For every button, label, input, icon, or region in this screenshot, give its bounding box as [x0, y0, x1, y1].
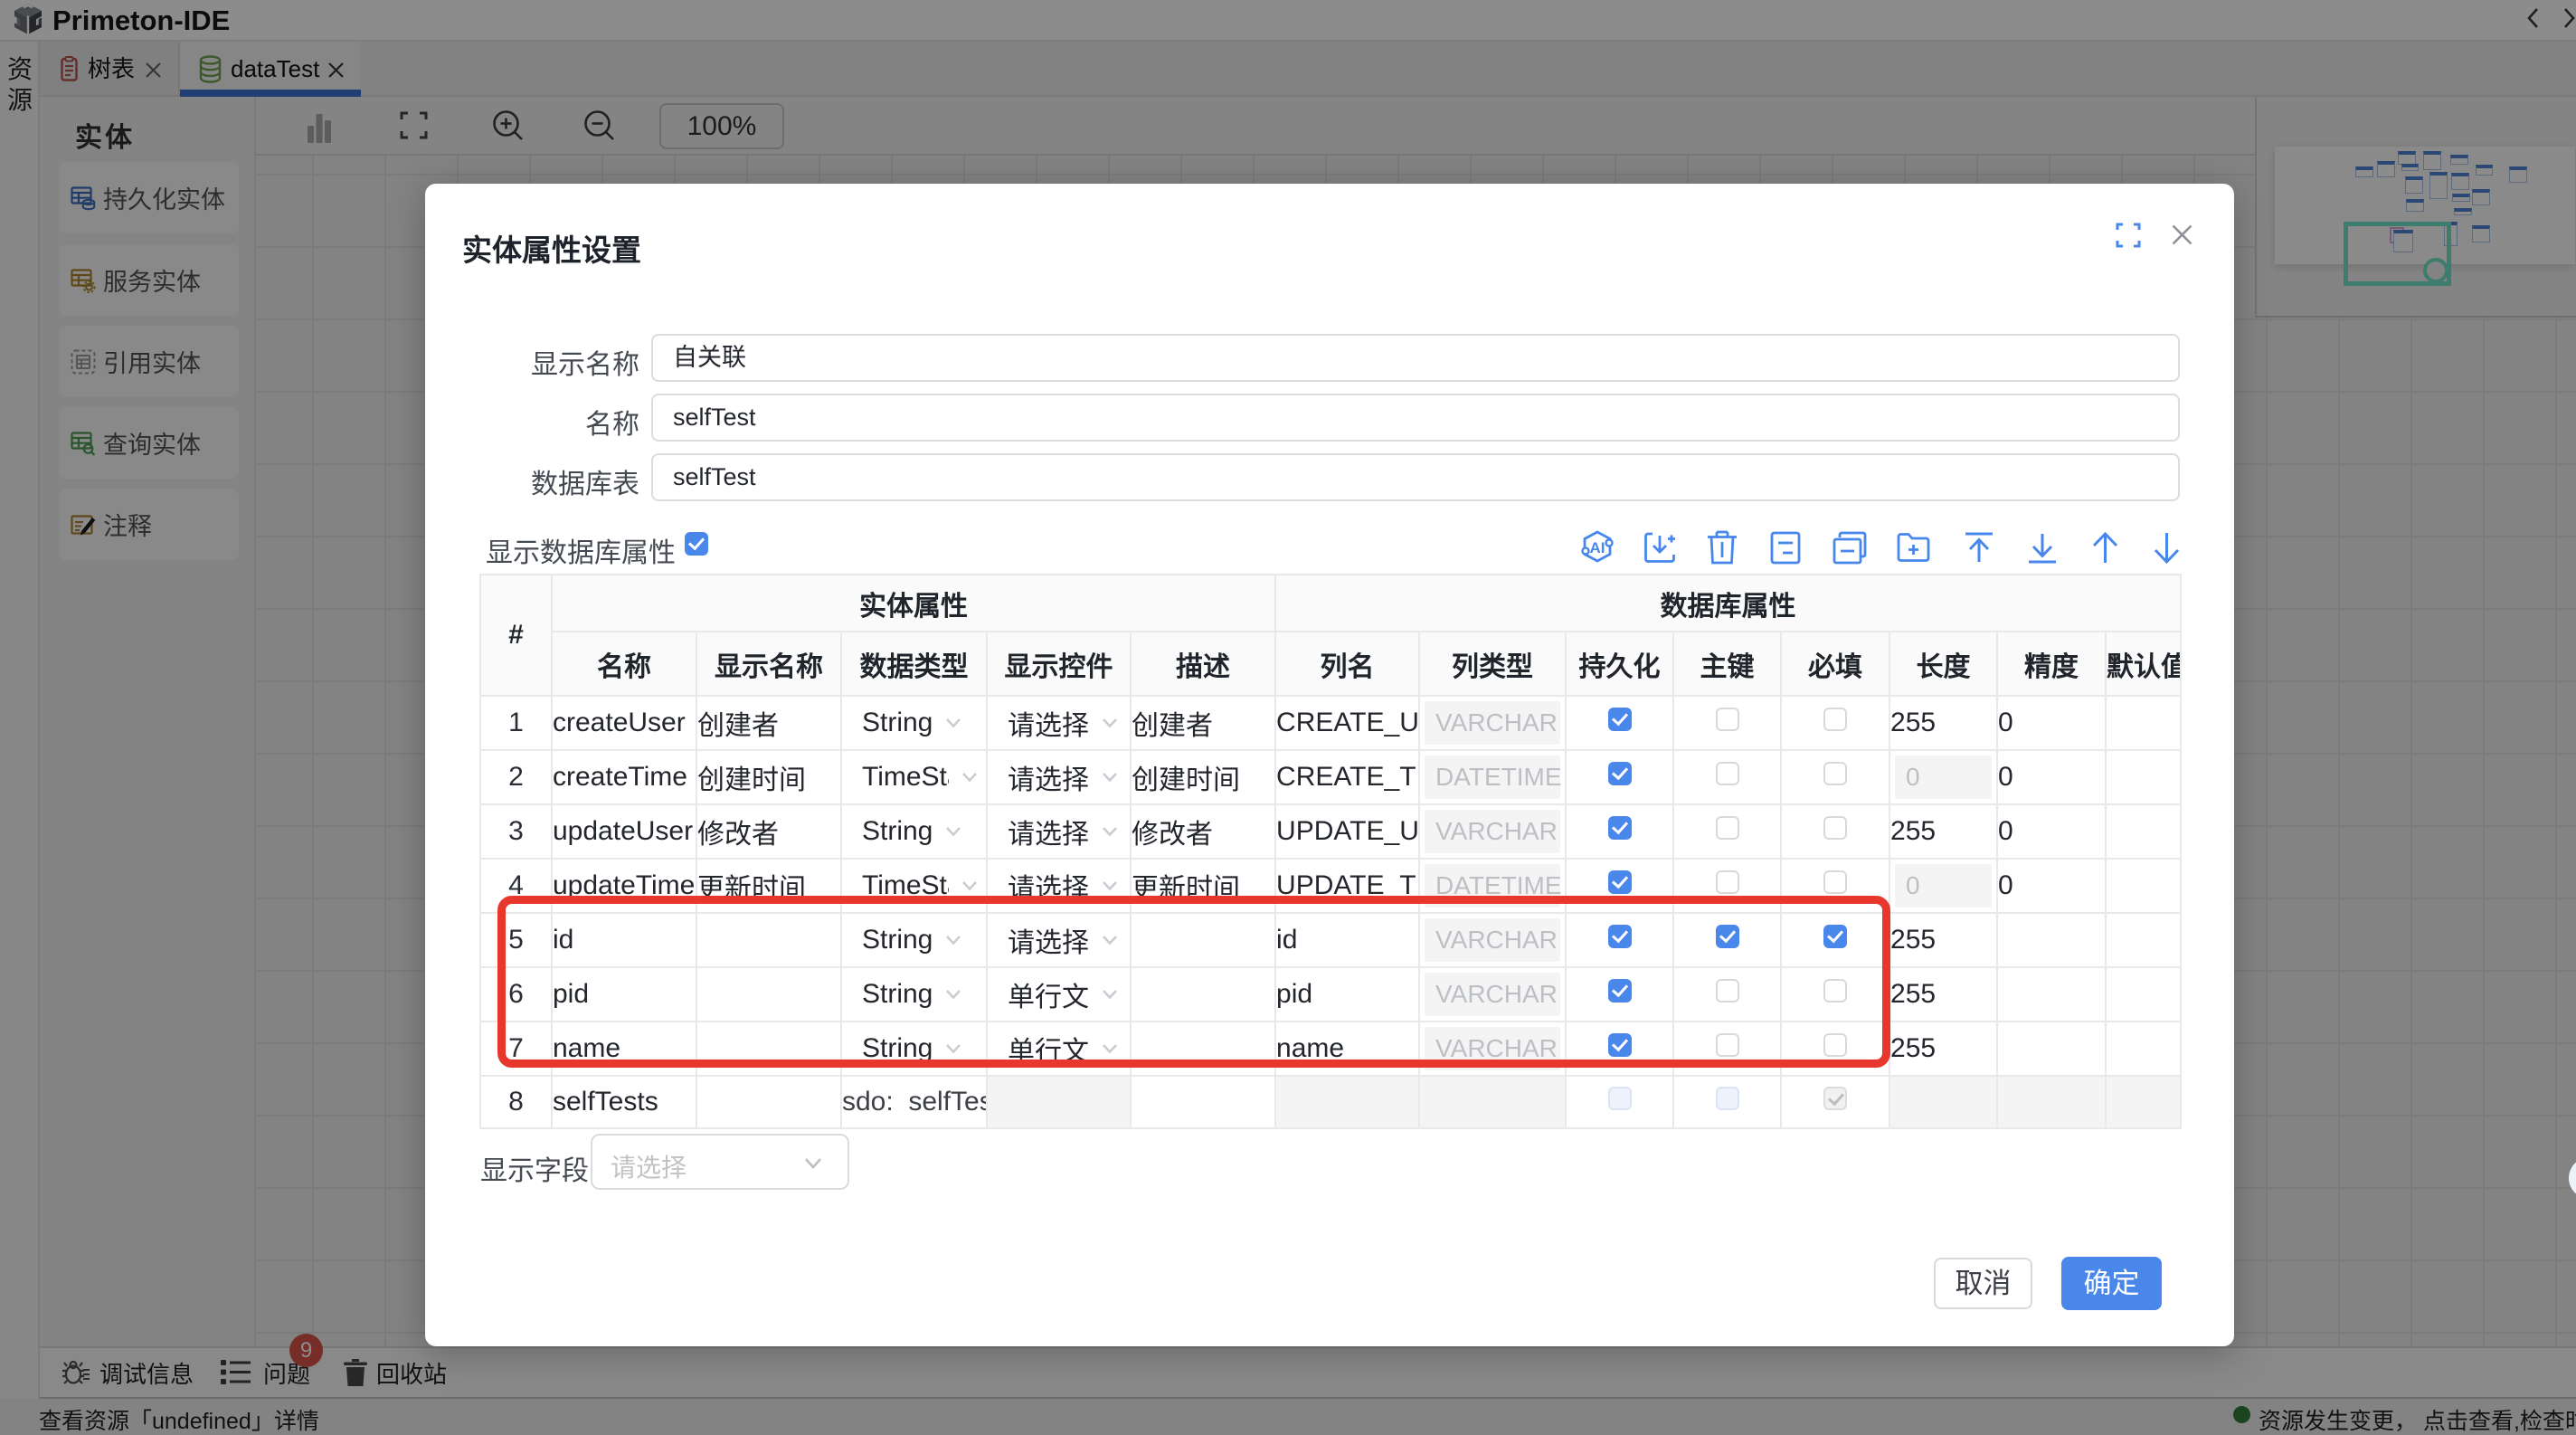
svg-text:AI: AI	[1590, 539, 1605, 556]
